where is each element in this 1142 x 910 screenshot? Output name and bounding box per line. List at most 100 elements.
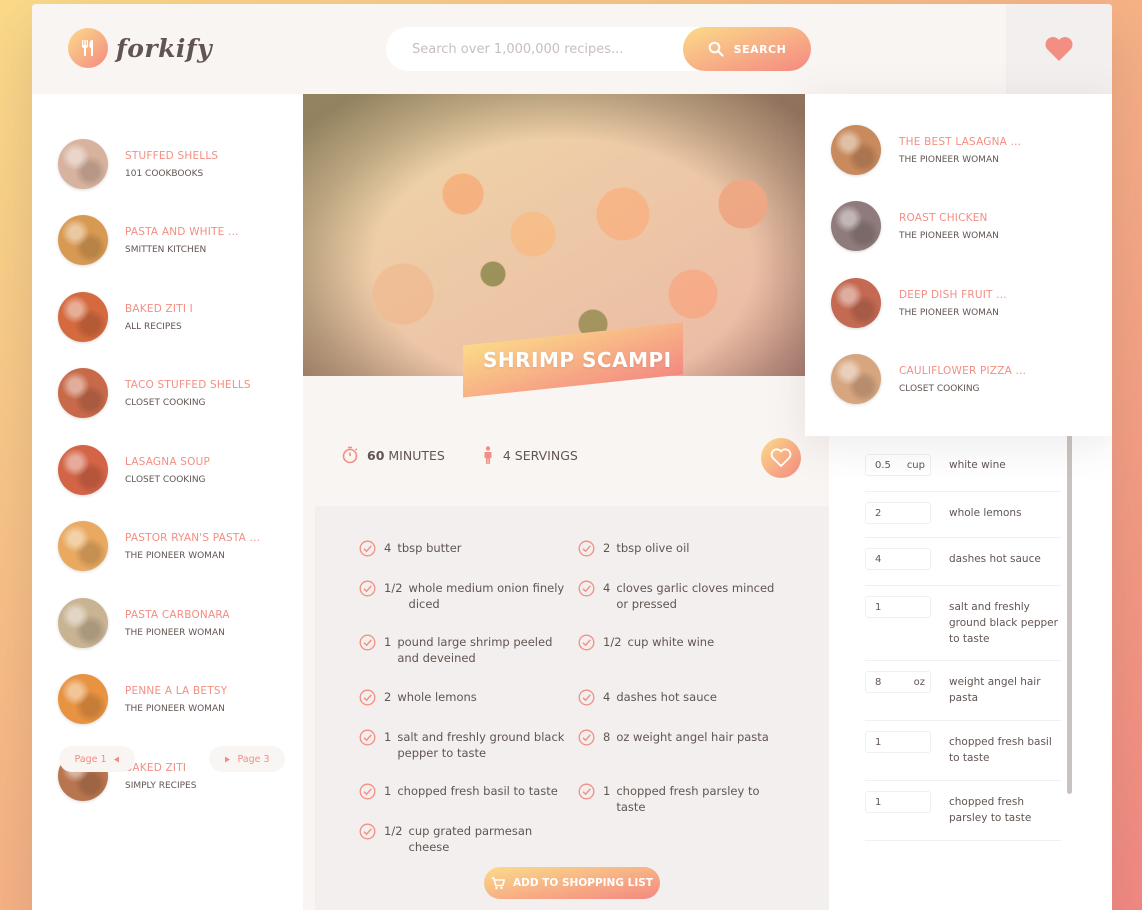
liked-recipe-title: DEEP DISH FRUIT ...	[899, 288, 1007, 301]
shopping-item-count[interactable]: 1	[865, 731, 931, 753]
result-thumbnail	[58, 674, 108, 724]
shopping-item: 8 oz weight angel hair pasta	[865, 661, 1061, 721]
ingredient-count: 1	[384, 784, 392, 798]
result-thumbnail	[58, 445, 108, 495]
shopping-item-count-value: 1	[875, 796, 882, 808]
result-item[interactable]: TACO STUFFED SHELLS CLOSET COOKING	[58, 363, 298, 423]
add-to-shopping-list-button[interactable]: ADD TO SHOPPING LIST	[484, 867, 660, 899]
ingredient-description: chopped fresh basil to taste	[397, 784, 558, 798]
shopping-item-unit: cup	[906, 459, 925, 471]
shopping-item: 0.5 cup white wine	[865, 444, 1061, 492]
shopping-item-count[interactable]: 4	[865, 548, 931, 570]
result-author: ALL RECIPES	[125, 321, 182, 332]
liked-recipe-author: CLOSET COOKING	[899, 383, 980, 394]
result-title: PENNE A LA BETSY	[125, 684, 228, 697]
shopping-list-scrollbar[interactable]	[1067, 434, 1072, 794]
likes-panel: THE BEST LASAGNA ... THE PIONEER WOMAN ROA…	[805, 94, 1112, 436]
shopping-item-count-value: 4	[875, 553, 882, 565]
result-title: PASTOR RYAN'S PASTA ...	[125, 531, 261, 544]
ingredient-description: chopped fresh parsley to taste	[616, 784, 760, 814]
pagination-prev-label: Page 1	[74, 753, 107, 765]
shopping-item-count[interactable]: 8 oz	[865, 671, 931, 693]
shopping-item-count[interactable]: 0.5 cup	[865, 454, 931, 476]
result-author: 101 COOKBOOKS	[125, 168, 204, 179]
liked-recipe[interactable]: ROAST CHICKEN THE PIONEER WOMAN	[831, 201, 999, 251]
ingredient-description: whole medium onion finely diced	[408, 581, 565, 611]
result-title: LASAGNA SOUP	[125, 455, 210, 468]
result-thumbnail	[58, 292, 108, 342]
ingredient-item: 1 chopped fresh basil to taste	[359, 783, 569, 800]
shopping-item-count[interactable]: 2	[865, 502, 931, 524]
ingredient-count: 4	[384, 541, 392, 555]
liked-recipe[interactable]: DEEP DISH FRUIT ... THE PIONEER WOMAN	[831, 278, 1007, 328]
recipe-servings-unit: SERVINGS	[514, 447, 578, 463]
ingredient-description: tbsp olive oil	[616, 541, 690, 555]
check-icon	[578, 783, 595, 800]
result-item[interactable]: BAKED ZITI I ALL RECIPES	[58, 287, 298, 347]
logo[interactable]: forkify	[68, 28, 212, 68]
ingredient-count: 4	[603, 581, 611, 595]
check-icon	[359, 729, 376, 746]
pagination-next-button[interactable]: Page 3	[209, 746, 285, 772]
result-item[interactable]: PENNE A LA BETSY THE PIONEER WOMAN	[58, 669, 298, 729]
result-title: PASTA CARBONARA	[125, 608, 230, 621]
shopping-item-count[interactable]: 1	[865, 596, 931, 618]
result-author: THE PIONEER WOMAN	[125, 703, 225, 714]
ingredient-description: oz weight angel hair pasta	[616, 730, 769, 744]
ingredient-item: 1 salt and freshly ground black pepper to…	[359, 729, 569, 761]
result-thumbnail	[58, 521, 108, 571]
search-input[interactable]	[386, 41, 683, 57]
result-item[interactable]: LASAGNA SOUP CLOSET COOKING	[58, 440, 298, 500]
recipe-time: 60 MINUTES	[341, 446, 445, 464]
liked-recipe[interactable]: THE BEST LASAGNA ... THE PIONEER WOMAN	[831, 125, 1021, 175]
ingredient-item: 2 tbsp olive oil	[578, 540, 788, 557]
ingredient-item: 1/2 cup grated parmesan cheese	[359, 823, 569, 855]
ingredient-count: 1	[384, 635, 392, 649]
result-item[interactable]: PASTA CARBONARA THE PIONEER WOMAN	[58, 593, 298, 653]
ingredient-count: 1	[384, 730, 392, 744]
result-author: SIMPLY RECIPES	[125, 780, 197, 791]
ingredient-description: pound large shrimp peeled and deveined	[397, 635, 553, 665]
shopping-item-count[interactable]: 1	[865, 791, 931, 813]
check-icon	[359, 580, 376, 597]
liked-recipe-thumbnail	[831, 125, 881, 175]
ingredient-item: 1/2 cup white wine	[578, 634, 788, 651]
shopping-item: 1 salt and freshly ground black pepper to…	[865, 586, 1061, 661]
recipe: SHRIMP SCAMPI 60 MINUTES 4 SERVINGS 4 tb…	[303, 94, 829, 910]
check-icon	[578, 634, 595, 651]
result-author: CLOSET COOKING	[125, 474, 206, 485]
result-item[interactable]: STUFFED SHELLS 101 COOKBOOKS	[58, 134, 298, 194]
search-button[interactable]: SEARCH	[683, 27, 811, 71]
shopping-item-count-value: 0.5	[875, 459, 891, 471]
like-recipe-button[interactable]	[761, 438, 801, 478]
ingredient-item: 4 dashes hot sauce	[578, 689, 788, 706]
fork-knife-icon	[68, 28, 108, 68]
recipe-details: 60 MINUTES 4 SERVINGS	[341, 446, 606, 464]
check-icon	[359, 634, 376, 651]
ingredient-count: 2	[603, 541, 611, 555]
add-to-shopping-list-label: ADD TO SHOPPING LIST	[513, 877, 653, 889]
check-icon	[578, 580, 595, 597]
ingredient-item: 2 whole lemons	[359, 689, 569, 706]
result-item[interactable]: PASTOR RYAN'S PASTA ... THE PIONEER WOMAN	[58, 516, 298, 576]
liked-recipe-author: THE PIONEER WOMAN	[899, 154, 999, 165]
ingredient-item: 4 cloves garlic cloves minced or pressed	[578, 580, 788, 612]
shopping-item: 4 dashes hot sauce	[865, 538, 1061, 586]
shopping-item-description: chopped fresh basil to taste	[949, 736, 1052, 764]
check-icon	[359, 823, 376, 840]
pagination-prev-button[interactable]: Page 1	[59, 746, 135, 772]
result-item[interactable]: PASTA AND WHITE ... SMITTEN KITCHEN	[58, 210, 298, 270]
search-results: STUFFED SHELLS 101 COOKBOOKS PASTA AND WHI…	[32, 94, 303, 910]
shopping-item: 2 whole lemons	[865, 492, 1061, 538]
ingredient-count: 1/2	[384, 581, 403, 595]
check-icon	[359, 689, 376, 706]
liked-recipe-thumbnail	[831, 201, 881, 251]
ingredient-description: dashes hot sauce	[616, 690, 717, 704]
app-container: forkify SEARCH STUFFED SHELLS 101 COOKBOO…	[32, 4, 1112, 910]
pagination-next-label: Page 3	[237, 753, 270, 765]
triangle-left-icon	[113, 756, 119, 762]
ingredient-item: 8 oz weight angel hair pasta	[578, 729, 788, 746]
likes-menu-button[interactable]	[1006, 4, 1112, 94]
liked-recipe[interactable]: CAULIFLOWER PIZZA ... CLOSET COOKING	[831, 354, 1026, 404]
heart-icon	[1045, 37, 1073, 61]
